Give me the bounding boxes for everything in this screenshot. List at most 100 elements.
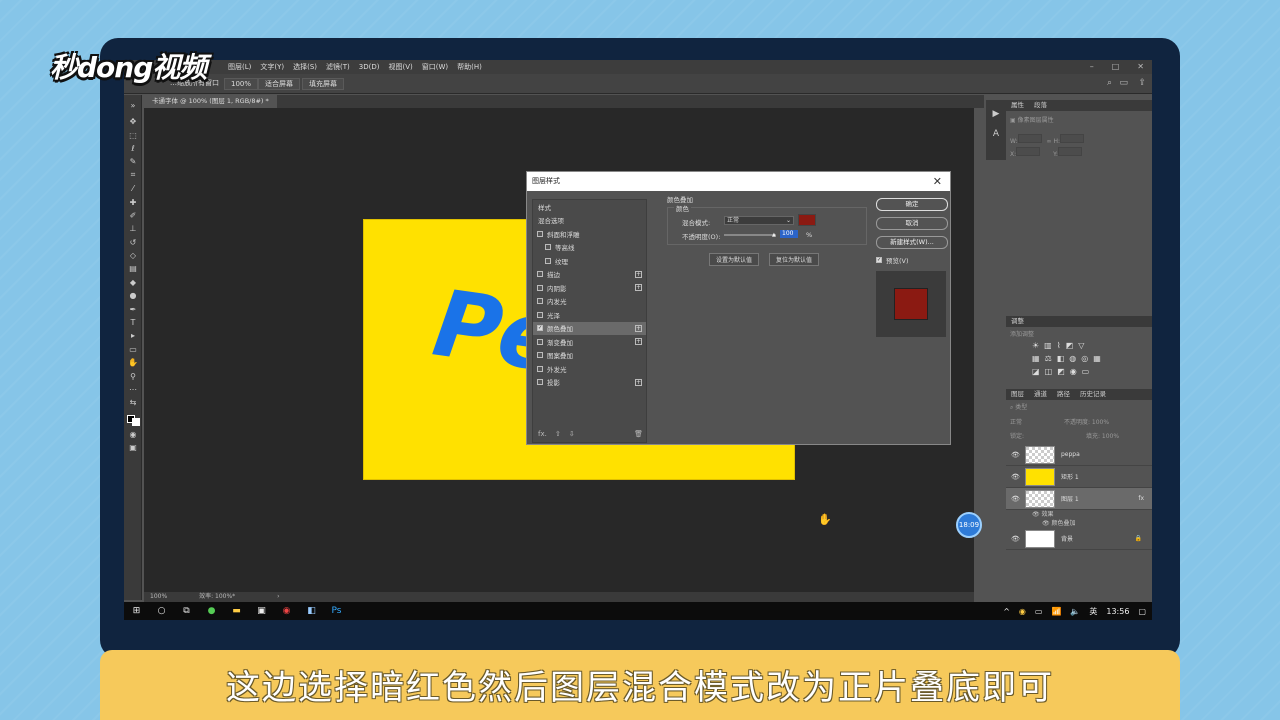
tray-app-icon[interactable]: ◉: [1019, 607, 1026, 616]
zoom-100-button[interactable]: 100%: [224, 78, 259, 90]
ok-button[interactable]: 确定: [876, 198, 948, 211]
tab-history[interactable]: 历史记录: [1080, 389, 1106, 400]
layer-row-background[interactable]: 👁 背景 🔒: [1006, 528, 1152, 550]
style-checkbox[interactable]: [537, 284, 543, 291]
menu-layer[interactable]: 图层(L): [228, 62, 251, 72]
layer-row-peppa[interactable]: 👁 peppa: [1006, 444, 1152, 466]
screen-mode-icon[interactable]: ▣: [124, 441, 142, 454]
vibrance-icon[interactable]: ▽: [1078, 341, 1084, 350]
color-swatches-icon[interactable]: [124, 410, 142, 428]
trash-icon[interactable]: 🗑: [634, 430, 643, 438]
layer-fx-badge[interactable]: fx: [1138, 495, 1144, 502]
tab-paragraph[interactable]: 段落: [1034, 100, 1047, 111]
style-item[interactable]: 斜面和浮雕: [533, 227, 646, 241]
brightness-icon[interactable]: ☀: [1032, 341, 1039, 350]
history-brush-icon[interactable]: ↺: [124, 236, 142, 249]
posterize-icon[interactable]: ◫: [1045, 367, 1053, 376]
eraser-tool-icon[interactable]: ◇: [124, 249, 142, 262]
style-item[interactable]: 渐变叠加 +: [533, 335, 646, 349]
color-overlay-effect-row[interactable]: 👁 颜色叠加: [1006, 519, 1152, 528]
app-red-icon[interactable]: ◉: [274, 602, 299, 620]
style-checkbox[interactable]: [537, 311, 543, 318]
crop-tool-icon[interactable]: ⌗: [124, 169, 142, 182]
stamp-tool-icon[interactable]: ⊥: [124, 222, 142, 235]
opacity-slider[interactable]: [724, 234, 776, 236]
store-icon[interactable]: ▣: [249, 602, 274, 620]
visibility-eye-icon[interactable]: 👁: [1011, 495, 1020, 503]
app-green-icon[interactable]: ●: [199, 602, 224, 620]
tray-chevron-icon[interactable]: ^: [1003, 607, 1010, 616]
style-item[interactable]: 内发光: [533, 295, 646, 309]
style-checkbox[interactable]: [545, 257, 551, 264]
move-up-icon[interactable]: ⇧: [555, 430, 561, 438]
style-item[interactable]: ✓ 颜色叠加 +: [533, 321, 646, 335]
path-select-tool-icon[interactable]: ▸: [124, 329, 142, 342]
notification-icon[interactable]: ▢: [1138, 607, 1146, 616]
share-icon[interactable]: ⇪: [1138, 78, 1146, 88]
eye-icon[interactable]: 👁: [1042, 520, 1052, 527]
style-checkbox[interactable]: [537, 338, 543, 345]
blur-tool-icon[interactable]: ◆: [124, 276, 142, 289]
dodge-tool-icon[interactable]: ●: [124, 289, 142, 302]
character-icon[interactable]: A: [986, 124, 1006, 144]
threshold-icon[interactable]: ◩: [1057, 367, 1065, 376]
link-icon[interactable]: ∞: [1047, 138, 1052, 145]
menu-window[interactable]: 窗口(W): [422, 62, 448, 72]
levels-icon[interactable]: ▥: [1044, 341, 1052, 350]
minimize-icon[interactable]: –: [1090, 62, 1094, 71]
menu-view[interactable]: 视图(V): [388, 62, 412, 72]
photoshop-taskbar-icon[interactable]: Ps: [324, 602, 349, 620]
quick-select-tool-icon[interactable]: ✎: [124, 155, 142, 168]
healing-tool-icon[interactable]: ✚: [124, 195, 142, 208]
volume-icon[interactable]: 🔈: [1070, 607, 1080, 616]
style-checkbox[interactable]: [537, 298, 543, 305]
width-field[interactable]: [1017, 134, 1042, 143]
style-checkbox[interactable]: [537, 230, 543, 237]
tab-paths[interactable]: 路径: [1057, 389, 1070, 400]
layer-row-layer1[interactable]: 👁 图层 1 fx: [1006, 488, 1152, 510]
layer-row-rectangle[interactable]: 👁 矩形 1: [1006, 466, 1152, 488]
style-checkbox[interactable]: [537, 379, 543, 386]
balance-icon[interactable]: ⚖: [1045, 354, 1052, 363]
visibility-eye-icon[interactable]: 👁: [1011, 451, 1020, 459]
type-tool-icon[interactable]: T: [124, 316, 142, 329]
move-tool-icon[interactable]: ✥: [124, 115, 142, 128]
lookup-icon[interactable]: ▦: [1093, 354, 1101, 363]
style-item[interactable]: 投影 +: [533, 376, 646, 390]
eyedropper-tool-icon[interactable]: ⁄: [124, 182, 142, 195]
tab-adjustments[interactable]: 调整: [1011, 316, 1024, 327]
fx-icon[interactable]: fx.: [538, 430, 547, 438]
move-down-icon[interactable]: ⇩: [569, 430, 575, 438]
bw-icon[interactable]: ◧: [1057, 354, 1065, 363]
style-item[interactable]: 描边 +: [533, 268, 646, 282]
opacity-input[interactable]: 100: [780, 230, 798, 238]
menu-help[interactable]: 帮助(H): [457, 62, 482, 72]
blend-mode-select[interactable]: 正常 ⌄: [724, 216, 794, 225]
search-circle-icon[interactable]: ○: [149, 602, 174, 620]
style-checkbox[interactable]: [537, 271, 543, 278]
styles-header[interactable]: 样式: [533, 200, 646, 214]
selective-color-icon[interactable]: ◉: [1070, 367, 1077, 376]
marquee-tool-icon[interactable]: ⬚: [124, 128, 142, 141]
slider-thumb-icon[interactable]: ▲: [772, 232, 776, 238]
hue-icon[interactable]: ▦: [1032, 354, 1040, 363]
mixer-icon[interactable]: ◎: [1081, 354, 1088, 363]
add-effect-icon[interactable]: +: [635, 338, 642, 346]
windows-start-icon[interactable]: ⊞: [124, 602, 149, 620]
style-item[interactable]: 外发光: [533, 362, 646, 376]
network-icon[interactable]: 📶: [1051, 607, 1061, 616]
menu-filter[interactable]: 滤镜(T): [326, 62, 350, 72]
document-tab[interactable]: 卡通字体 @ 100% (图层 1, RGB/8#) *: [144, 95, 277, 108]
tab-properties[interactable]: 属性: [1011, 100, 1024, 111]
style-checkbox[interactable]: [537, 352, 543, 359]
shape-tool-icon[interactable]: ▭: [124, 343, 142, 356]
tab-channels[interactable]: 通道: [1034, 389, 1047, 400]
menu-type[interactable]: 文字(Y): [260, 62, 284, 72]
workspace-icon[interactable]: ▭: [1119, 78, 1128, 88]
file-explorer-icon[interactable]: ▬: [224, 602, 249, 620]
more-tools-icon[interactable]: ⋯: [124, 383, 142, 396]
set-default-button[interactable]: 设置为默认值: [709, 253, 760, 266]
preview-toggle[interactable]: ✓ 预览(V): [876, 255, 948, 265]
add-effect-icon[interactable]: +: [635, 324, 642, 332]
layer-blend-mode[interactable]: 正常: [1010, 419, 1022, 426]
